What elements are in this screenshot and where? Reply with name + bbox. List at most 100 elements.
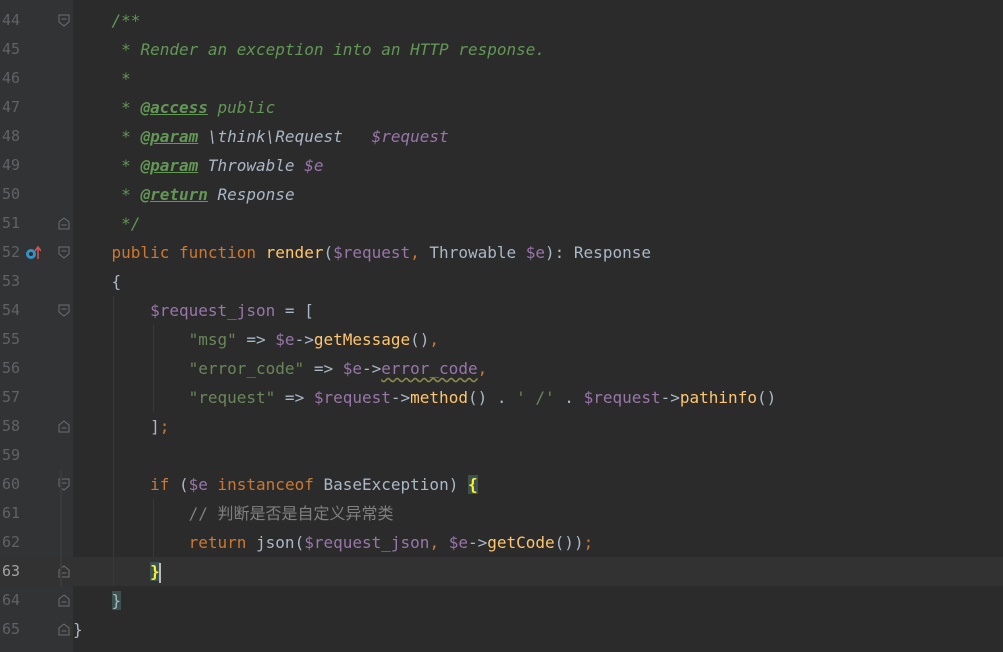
code-line[interactable]: 50 * @return Response bbox=[0, 180, 1003, 209]
code-text[interactable]: if ($e instanceof BaseException) { bbox=[73, 470, 478, 499]
code-line[interactable]: 47 * @access public bbox=[0, 93, 1003, 122]
code-text[interactable]: // 判断是否是自定义异常类 bbox=[73, 499, 394, 528]
code-token: error_code bbox=[381, 359, 478, 378]
code-token: BaseException) bbox=[323, 475, 468, 494]
line-number: 52 bbox=[1, 243, 20, 261]
fold-close-icon[interactable] bbox=[58, 420, 70, 433]
line-number: 53 bbox=[1, 272, 20, 290]
code-token: render bbox=[265, 243, 324, 262]
code-token: $request_json bbox=[150, 301, 276, 320]
code-line[interactable]: 53 { bbox=[0, 267, 1003, 296]
code-line[interactable]: 58 ]; bbox=[0, 412, 1003, 441]
fold-open-icon[interactable] bbox=[58, 14, 70, 27]
line-number: 45 bbox=[1, 40, 20, 58]
code-line[interactable]: 65} bbox=[0, 615, 1003, 644]
line-number: 49 bbox=[1, 156, 20, 174]
implements-method-icon[interactable] bbox=[25, 245, 41, 261]
code-token: () . bbox=[467, 388, 517, 407]
code-token: */ bbox=[121, 214, 141, 233]
text-caret bbox=[158, 562, 161, 583]
indent-guide bbox=[113, 296, 114, 586]
code-line[interactable]: 61 // 判断是否是自定义异常类 bbox=[0, 499, 1003, 528]
code-token: () bbox=[756, 388, 777, 407]
code-line[interactable]: 57 "request" => $request->method() . ' /… bbox=[0, 383, 1003, 412]
line-number: 46 bbox=[1, 69, 20, 87]
code-line[interactable]: 51 */ bbox=[0, 209, 1003, 238]
code-line[interactable]: 60 if ($e instanceof BaseException) { bbox=[0, 470, 1003, 499]
code-line[interactable]: 44 /** bbox=[0, 6, 1003, 35]
fold-close-icon[interactable] bbox=[58, 594, 70, 607]
code-text[interactable]: } bbox=[73, 615, 83, 644]
code-text[interactable]: */ bbox=[73, 209, 140, 238]
code-text[interactable]: public function render($request, Throwab… bbox=[73, 238, 651, 267]
code-token: $request bbox=[583, 388, 661, 407]
code-line[interactable]: 49 * @param Throwable $e bbox=[0, 151, 1003, 180]
fold-open-icon[interactable] bbox=[58, 246, 70, 259]
code-token: -> bbox=[390, 388, 411, 407]
code-token: $request bbox=[313, 388, 391, 407]
code-token: ; bbox=[159, 417, 170, 436]
line-number: 48 bbox=[1, 127, 20, 145]
code-text[interactable]: ]; bbox=[73, 412, 169, 441]
code-token: * bbox=[121, 69, 131, 88]
code-text[interactable]: "msg" => $e->getMessage(), bbox=[73, 325, 439, 354]
code-line[interactable]: 48 * @param \think\Request $request bbox=[0, 122, 1003, 151]
code-text[interactable]: * @param \think\Request $request bbox=[73, 122, 449, 151]
code-line[interactable]: 54 $request_json = [ bbox=[0, 296, 1003, 325]
code-line[interactable]: 45 * Render an exception into an HTTP re… bbox=[0, 35, 1003, 64]
code-text[interactable]: } bbox=[73, 557, 161, 586]
code-token: // 判断是否是自定义异常类 bbox=[188, 504, 394, 523]
code-token: ( bbox=[178, 475, 189, 494]
code-token: @param bbox=[140, 156, 199, 175]
code-line[interactable]: 62 return json($request_json, $e->getCod… bbox=[0, 528, 1003, 557]
code-line[interactable]: 64 } bbox=[0, 586, 1003, 615]
code-token: "request" bbox=[188, 388, 276, 407]
code-line[interactable]: 59 bbox=[0, 441, 1003, 470]
code-token: Throwable bbox=[429, 243, 526, 262]
code-line[interactable]: 63 } bbox=[0, 557, 1003, 586]
code-text[interactable]: * bbox=[73, 64, 131, 93]
code-text[interactable]: * Render an exception into an HTTP respo… bbox=[73, 35, 545, 64]
code-text[interactable]: /** bbox=[73, 6, 141, 35]
code-line[interactable]: 52 public function render($request, Thro… bbox=[0, 238, 1003, 267]
fold-close-icon[interactable] bbox=[58, 217, 70, 230]
code-token: ; bbox=[583, 533, 594, 552]
code-text[interactable]: * @access public bbox=[73, 93, 275, 122]
code-text[interactable]: "request" => $request->method() . ' /' .… bbox=[73, 383, 777, 412]
code-line[interactable]: 46 * bbox=[0, 64, 1003, 93]
line-number: 61 bbox=[1, 504, 20, 522]
code-text[interactable]: } bbox=[73, 586, 122, 615]
code-text[interactable]: return json($request_json, $e->getCode()… bbox=[73, 528, 594, 557]
fold-close-icon[interactable] bbox=[58, 623, 70, 636]
code-token: pathinfo bbox=[679, 388, 757, 407]
code-line[interactable]: 55 "msg" => $e->getMessage(), bbox=[0, 325, 1003, 354]
code-text[interactable]: { bbox=[73, 267, 122, 296]
code-line[interactable]: 56 "error_code" => $e->error_code, bbox=[0, 354, 1003, 383]
code-text[interactable]: * @return Response bbox=[73, 180, 294, 209]
line-number: 44 bbox=[1, 11, 20, 29]
code-text[interactable]: * @param Throwable $e bbox=[73, 151, 323, 180]
code-token: $request bbox=[333, 243, 411, 262]
code-token: \think\Request bbox=[198, 127, 372, 146]
code-token: ()) bbox=[554, 533, 584, 552]
line-number: 62 bbox=[1, 533, 20, 551]
code-token: -> bbox=[660, 388, 680, 407]
code-token: , bbox=[429, 533, 449, 552]
code-token: $e bbox=[525, 243, 546, 262]
line-number: 55 bbox=[1, 330, 20, 348]
code-text[interactable]: "error_code" => $e->error_code, bbox=[73, 354, 488, 383]
code-token: public bbox=[207, 98, 276, 117]
code-editor[interactable]: 44 /** 45 * Render an exception into an H… bbox=[0, 0, 1003, 652]
code-token: json( bbox=[256, 533, 305, 552]
fold-open-icon[interactable] bbox=[58, 304, 70, 317]
code-text[interactable]: $request_json = [ bbox=[73, 296, 314, 325]
